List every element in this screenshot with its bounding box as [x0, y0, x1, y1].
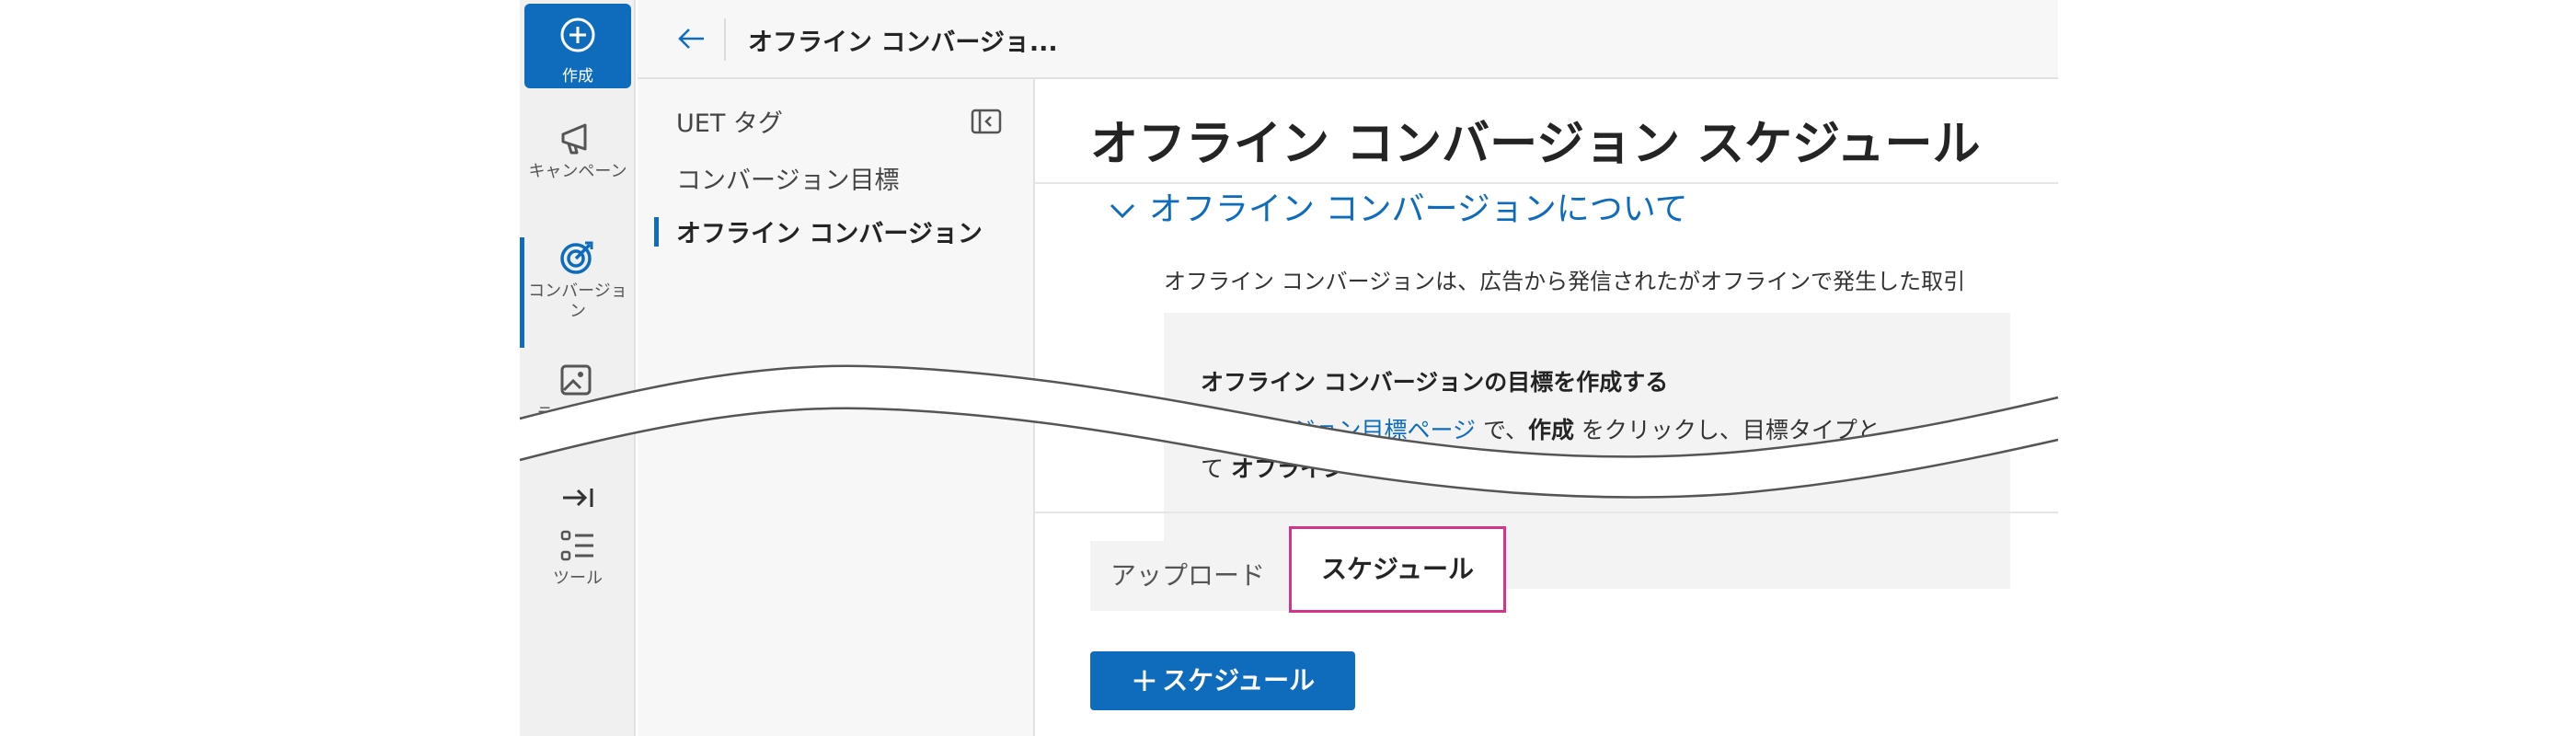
- conversion-goals-link[interactable]: コンバージョン目標ページ: [1201, 417, 1476, 443]
- add-schedule-label: スケジュール: [1162, 665, 1316, 696]
- info-heading: オフライン コンバージョンの目標を作成する: [1201, 369, 1669, 396]
- create-button[interactable]: 作成: [524, 4, 631, 88]
- rail-item-library[interactable]: ライブラリ: [520, 362, 636, 425]
- tools-list-icon: [560, 530, 593, 561]
- chevron-down-icon: [1110, 203, 1135, 219]
- back-arrow-icon[interactable]: [674, 22, 707, 55]
- active-indicator: [520, 237, 524, 348]
- rail-item-label: キャンペーン: [528, 162, 627, 181]
- target-icon: [560, 241, 593, 274]
- info-bold: オフライン コンバージョン: [1230, 455, 1515, 482]
- info-text: て: [1201, 455, 1231, 482]
- secondary-nav: UET タグ コンバージョン目標 オフライン コンバージョン: [638, 79, 1035, 736]
- divider: [724, 18, 726, 61]
- info-text: で、: [1476, 417, 1528, 443]
- app-window: 作成 キャンペーン コンバージョン ライブラリ ツール オフライン コンバージョ…: [520, 0, 2058, 736]
- intro-text: オフライン コンバージョンは、広告から発信されたがオフラインで発生した取引: [1164, 269, 1966, 294]
- rail-item-label: ライブラリ: [536, 405, 619, 424]
- expand-arrow-icon: [563, 489, 593, 507]
- divider: [1035, 512, 2058, 513]
- info-bold: 作成: [1527, 417, 1574, 443]
- about-expander-label: オフライン コンバージョンについて: [1149, 190, 1688, 228]
- main-content: オフライン コンバージョン スケジュール オフライン コンバージョンについて オ…: [1035, 79, 2058, 736]
- subnav-item-label: オフライン コンバージョン: [676, 220, 983, 248]
- rail-item-campaigns[interactable]: キャンペーン: [520, 121, 636, 182]
- rail-item-label: コンバージョン: [528, 282, 627, 321]
- subnav-item-offline-conversions[interactable]: オフライン コンバージョン: [654, 213, 983, 249]
- rail-item-label: ツール: [553, 569, 603, 588]
- plus-circle-icon: [560, 17, 595, 52]
- add-schedule-button[interactable]: + スケジュール: [1090, 651, 1355, 710]
- active-indicator: [654, 217, 659, 247]
- tab-schedule[interactable]: スケジュール: [1289, 526, 1506, 613]
- rail-expand-button[interactable]: [520, 486, 636, 515]
- page-title: オフライン コンバージョン スケジュール: [1090, 117, 1981, 172]
- image-library-icon: [560, 364, 592, 396]
- subnav-item-uet-tag[interactable]: UET タグ: [676, 103, 783, 139]
- plus-icon: +: [1130, 661, 1159, 699]
- left-rail: 作成 キャンペーン コンバージョン ライブラリ ツール: [520, 0, 636, 736]
- info-line-2: て オフライン コンバージョン: [1201, 451, 1514, 484]
- breadcrumb: オフライン コンバージョ...: [748, 29, 1058, 57]
- info-line-1: コンバージョン目標ページ で、作成 をクリックし、目標タイプと: [1201, 412, 1880, 445]
- create-label: 作成: [562, 67, 593, 86]
- collapse-pane-icon[interactable]: [971, 109, 1002, 134]
- about-expander[interactable]: オフライン コンバージョンについて: [1109, 182, 1688, 230]
- rail-item-tools[interactable]: ツール: [520, 528, 636, 589]
- tab-upload[interactable]: アップロード: [1090, 541, 1289, 611]
- top-bar: オフライン コンバージョ...: [638, 0, 2058, 79]
- info-text: をクリックし、目標タイプと: [1573, 417, 1880, 443]
- megaphone-icon: [561, 123, 587, 155]
- subnav-item-conversion-goals[interactable]: コンバージョン目標: [676, 160, 899, 196]
- rail-item-conversions[interactable]: コンバージョン: [520, 237, 636, 348]
